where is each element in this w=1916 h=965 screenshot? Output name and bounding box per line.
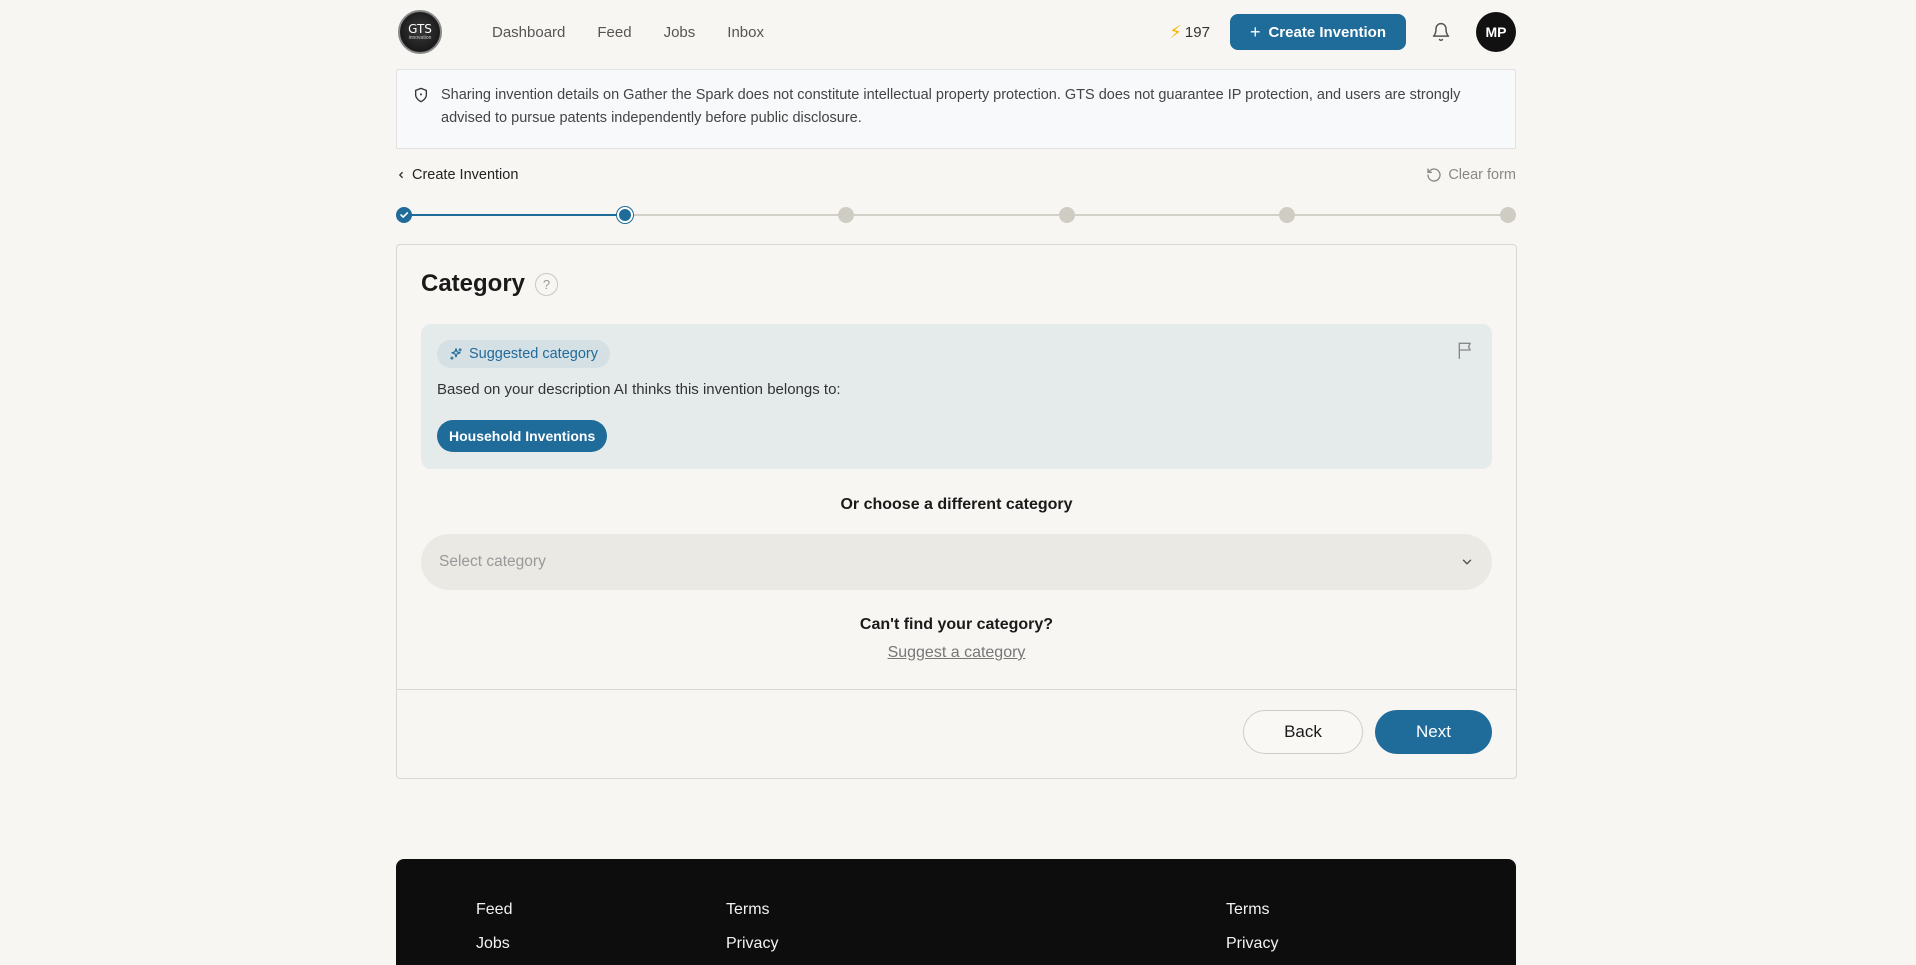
create-invention-label: Create Invention: [1268, 23, 1386, 41]
top-header: GTS innovation Dashboard Feed Jobs Inbox…: [396, 0, 1516, 64]
lightning-icon: ⚡: [1169, 21, 1182, 42]
create-invention-button[interactable]: + Create Invention: [1229, 14, 1406, 50]
stepper-track-done: [404, 214, 625, 216]
category-select[interactable]: Select category: [421, 534, 1492, 590]
page-title: Category: [421, 270, 526, 297]
sparkles-icon: [450, 348, 462, 360]
gts-logo[interactable]: GTS innovation: [398, 10, 442, 54]
points-counter: ⚡ 197: [1169, 22, 1210, 43]
step-6-dot[interactable]: [1500, 207, 1516, 223]
avatar[interactable]: MP: [1476, 12, 1516, 52]
or-choose-heading: Or choose a different category: [840, 496, 1073, 513]
logo-text: GTS: [408, 22, 432, 36]
nav-inbox[interactable]: Inbox: [727, 24, 764, 41]
footer-link-privacy[interactable]: Privacy: [726, 935, 778, 965]
logo-subtext: innovation: [408, 35, 432, 41]
step-5-dot[interactable]: [1279, 207, 1295, 223]
chevron-down-icon: [1462, 559, 1472, 565]
footer-link-terms[interactable]: Terms: [1226, 901, 1278, 935]
reset-icon: [1427, 168, 1441, 182]
bell-icon[interactable]: [1430, 21, 1452, 43]
suggested-category-badge-label: Suggested category: [469, 346, 598, 362]
suggested-category-chip[interactable]: Household Inventions: [437, 420, 608, 452]
step-4-dot[interactable]: [1059, 207, 1075, 223]
clear-form-label: Clear form: [1448, 167, 1516, 183]
category-select-placeholder: Select category: [439, 553, 546, 570]
suggest-category-link[interactable]: Suggest a category: [397, 644, 1516, 662]
footer-link-privacy[interactable]: Privacy: [1226, 935, 1278, 965]
back-button[interactable]: Back: [1243, 710, 1363, 754]
footer-column-1: Feed Jobs: [476, 901, 512, 965]
footer-link-terms[interactable]: Terms: [726, 901, 778, 935]
nav-dashboard[interactable]: Dashboard: [492, 24, 565, 41]
nav-feed[interactable]: Feed: [597, 24, 631, 41]
footer: Feed Jobs Terms Privacy Terms Privacy: [396, 859, 1516, 965]
footer-link-feed[interactable]: Feed: [476, 901, 512, 935]
step-1-dot[interactable]: [396, 207, 412, 223]
breadcrumb[interactable]: Create Invention: [396, 167, 518, 183]
clear-form-button[interactable]: Clear form: [1426, 167, 1516, 183]
ip-notice-text: Sharing invention details on Gather the …: [441, 87, 1461, 126]
flag-icon[interactable]: [1456, 340, 1476, 360]
suggested-category-description: Based on your description AI thinks this…: [437, 381, 841, 398]
step-3-dot[interactable]: [838, 207, 854, 223]
card-header: Category ?: [421, 270, 559, 298]
breadcrumb-label: Create Invention: [412, 167, 519, 183]
breadcrumb-row: Create Invention Clear form: [396, 164, 1516, 186]
help-icon[interactable]: ?: [535, 272, 559, 296]
footer-column-3: Terms Privacy: [1226, 901, 1278, 965]
plus-icon: +: [1249, 21, 1261, 42]
header-actions: ⚡ 197 + Create Invention MP: [1169, 12, 1516, 52]
footer-column-2: Terms Privacy: [726, 901, 778, 965]
footer-link-jobs[interactable]: Jobs: [476, 935, 512, 965]
step-2-dot[interactable]: [617, 207, 633, 223]
suggested-category-panel: Suggested category Based on your descrip…: [421, 324, 1492, 469]
points-value: 197: [1184, 23, 1210, 41]
check-icon: [400, 212, 409, 218]
nav-jobs[interactable]: Jobs: [664, 24, 696, 41]
shield-icon: [415, 87, 427, 103]
card-divider: [397, 689, 1516, 690]
main-nav: Dashboard Feed Jobs Inbox: [492, 24, 796, 41]
progress-stepper: [396, 205, 1516, 225]
chevron-left-icon: [396, 168, 406, 183]
category-card: Category ? Suggested category Based on y…: [396, 244, 1517, 779]
cant-find-heading: Can't find your category?: [859, 616, 1054, 633]
ip-notice: Sharing invention details on Gather the …: [396, 69, 1516, 149]
next-button[interactable]: Next: [1375, 710, 1492, 754]
suggested-category-badge: Suggested category: [437, 340, 610, 368]
